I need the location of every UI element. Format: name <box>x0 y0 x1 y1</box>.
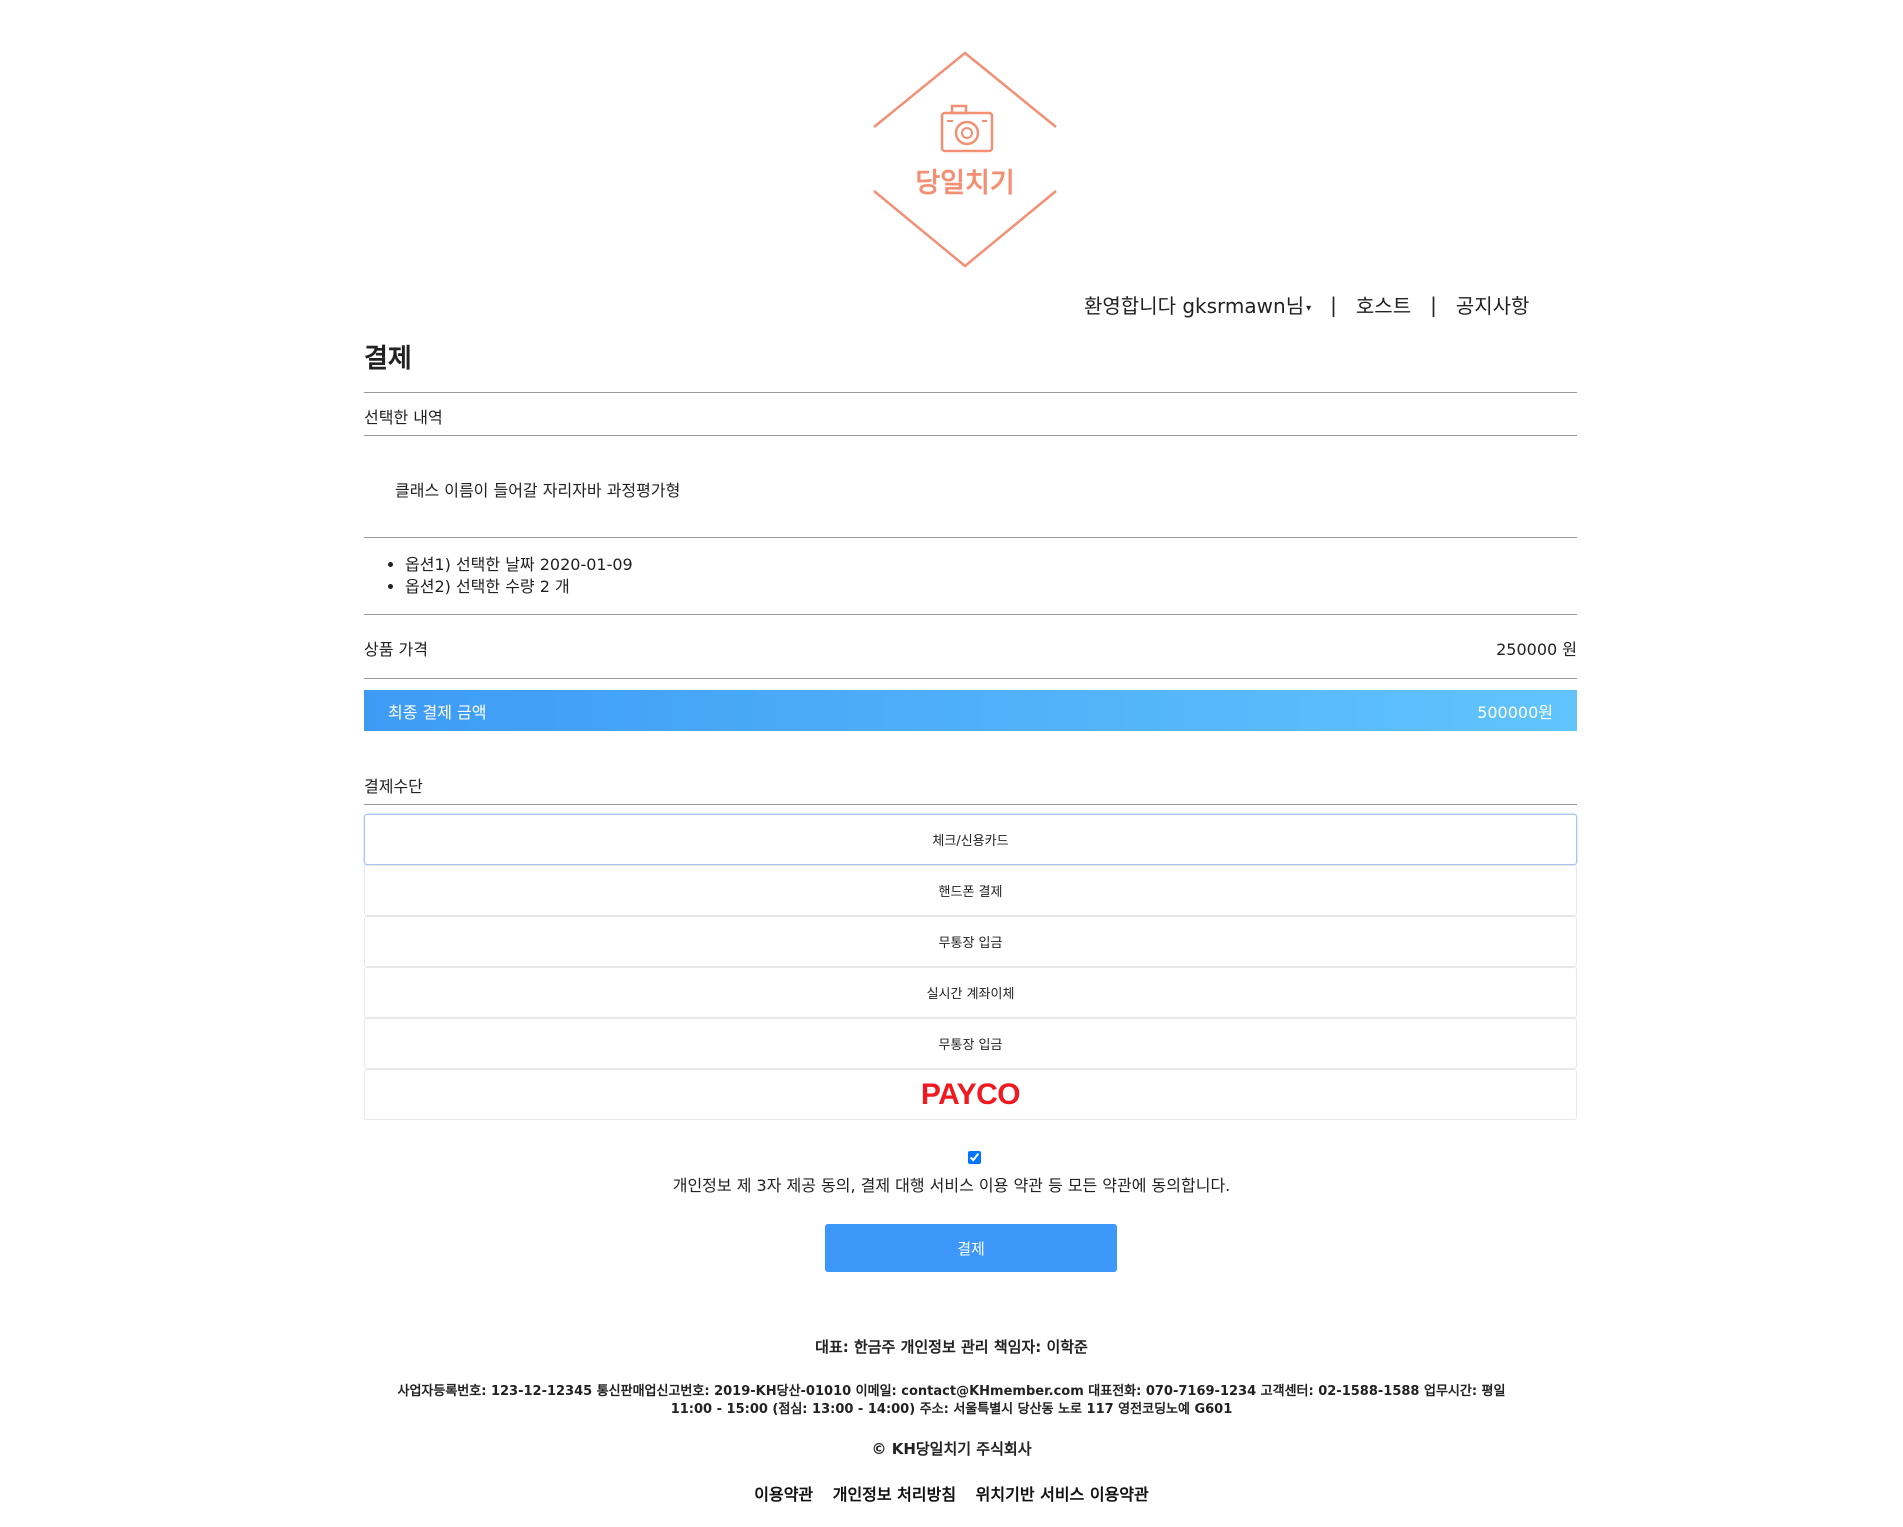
divider <box>364 614 1577 615</box>
page-title: 결제 <box>364 344 412 374</box>
total-label: 최종 결제 금액 <box>388 702 487 722</box>
payco-logo: PAYCO <box>920 1077 1021 1111</box>
selection-header: 선택한 내역 <box>364 408 443 427</box>
pay-payco-button[interactable]: PAYCO <box>364 1069 1577 1120</box>
submit-payment-button[interactable]: 결제 <box>825 1224 1117 1272</box>
option-list: 옵션1) 선택한 날짜 2020-01-09 옵션2) 선택한 수량 2 개 <box>364 554 633 598</box>
agree-checkbox[interactable] <box>968 1151 981 1164</box>
total-amount-bar: 최종 결제 금액 500000원 <box>364 690 1577 731</box>
payment-method-list: 체크/신용카드 핸드폰 결제 무통장 입금 실시간 계좌이체 무통장 입금 PA… <box>364 814 1577 1120</box>
top-nav: 환영합니다 gksrmawn님 ▾ | 호스트 | 공지사항 <box>1084 290 1529 319</box>
payment-method-header: 결제수단 <box>364 777 423 796</box>
price-value: 250000 원 <box>1496 640 1577 659</box>
divider <box>364 678 1577 679</box>
divider <box>364 537 1577 538</box>
price-row: 상품 가격 250000 원 <box>364 636 1577 660</box>
nav-separator: | <box>1430 292 1437 317</box>
footer-link-terms[interactable]: 이용약관 <box>754 1485 813 1504</box>
host-link[interactable]: 호스트 <box>1356 290 1411 319</box>
footer-link-privacy[interactable]: 개인정보 처리방침 <box>833 1485 956 1504</box>
divider <box>364 392 1577 393</box>
footer-business-line: 사업자등록번호: 123-12-12345 통신판매업신고번호: 2019-KH… <box>397 1384 1506 1399</box>
caret-down-icon: ▾ <box>1306 303 1312 314</box>
footer-links: 이용약관 개인정보 처리방침 위치기반 서비스 이용약관 <box>0 1481 1903 1505</box>
option-item: 옵션2) 선택한 수량 2 개 <box>405 576 633 598</box>
total-value: 500000원 <box>1477 702 1553 722</box>
pay-transfer-button[interactable]: 실시간 계좌이체 <box>364 967 1577 1018</box>
divider <box>364 435 1577 436</box>
welcome-text: 환영합니다 gksrmawn님 <box>1084 294 1305 318</box>
divider <box>364 804 1577 805</box>
agree-text: 개인정보 제 3자 제공 동의, 결제 대행 서비스 이용 약관 등 모든 약관… <box>672 1176 1231 1195</box>
footer-link-location[interactable]: 위치기반 서비스 이용약관 <box>976 1485 1149 1504</box>
site-logo[interactable]: 당일치기 <box>868 49 1068 271</box>
price-label: 상품 가격 <box>364 640 428 659</box>
notice-link[interactable]: 공지사항 <box>1456 290 1530 319</box>
footer-business-line: 11:00 - 15:00 (점심: 13:00 - 14:00) 주소: 서울… <box>670 1402 1233 1417</box>
logo-text: 당일치기 <box>915 168 1014 199</box>
camera-icon <box>940 104 994 153</box>
footer-representative: 대표: 한금주 개인정보 관리 책임자: 이학준 <box>815 1338 1088 1356</box>
welcome-user-menu[interactable]: 환영합니다 gksrmawn님 ▾ <box>1084 290 1311 319</box>
pay-deposit-button[interactable]: 무통장 입금 <box>364 916 1577 967</box>
pay-card-button[interactable]: 체크/신용카드 <box>364 814 1577 865</box>
option-item: 옵션1) 선택한 날짜 2020-01-09 <box>405 554 633 576</box>
pay-deposit-button-2[interactable]: 무통장 입금 <box>364 1018 1577 1069</box>
footer-copyright: © KH당일치기 주식회사 <box>871 1440 1032 1458</box>
pay-phone-button[interactable]: 핸드폰 결제 <box>364 865 1577 916</box>
footer-business-info: 사업자등록번호: 123-12-12345 통신판매업신고번호: 2019-KH… <box>0 1383 1903 1419</box>
nav-separator: | <box>1330 292 1337 317</box>
class-name: 클래스 이름이 들어갈 자리자바 과정평가형 <box>395 481 681 500</box>
